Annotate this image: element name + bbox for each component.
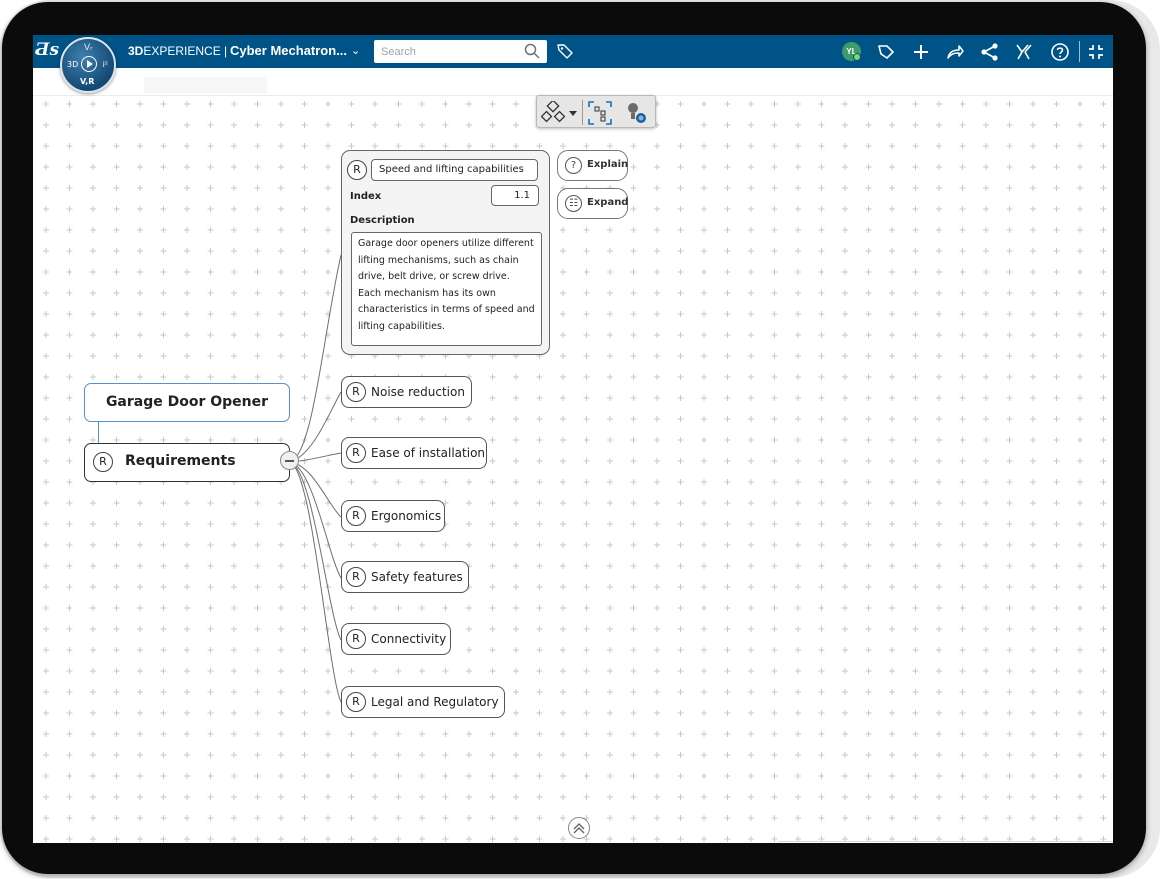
requirement-badge-icon: R [346, 382, 366, 402]
compass-top-label: Vᵣ [84, 43, 93, 53]
3d-compass-button[interactable]: Vᵣ 3D i² V,R [60, 37, 116, 93]
child-node-safety-features[interactable]: R Safety features [341, 561, 469, 593]
child-node-connectivity[interactable]: R Connectivity [341, 623, 451, 655]
child-node-legal-and-regulatory[interactable]: R Legal and Regulatory [341, 686, 505, 718]
description-field[interactable]: Garage door openers utilize different li… [351, 232, 542, 346]
ai-assistant-icon[interactable] [623, 100, 651, 126]
description-label: Description [350, 215, 415, 226]
fit-to-screen-icon[interactable] [587, 100, 613, 126]
root-node[interactable]: Garage Door Opener [84, 383, 290, 422]
index-label: Index [350, 191, 382, 202]
requirement-badge-icon: R [346, 506, 366, 526]
requirement-badge-icon: R [346, 629, 366, 649]
child-label: Ease of installation [371, 446, 486, 460]
child-label: Ergonomics [371, 509, 442, 523]
requirements-label: Requirements [125, 453, 236, 469]
child-label: Legal and Regulatory [371, 695, 499, 709]
mindmap-toolbar [536, 95, 656, 128]
play-icon[interactable] [81, 56, 97, 72]
app-screen: Ƌs 3DEXPERIENCE | Cyber Mechatron... ⌄ Y… [33, 35, 1113, 843]
index-field[interactable]: 1.1 [491, 185, 539, 206]
expand-panel-button[interactable] [568, 817, 590, 839]
compass-bottom-label: V,R [80, 77, 95, 86]
explain-label: Explain [587, 159, 629, 170]
root-connector [98, 422, 99, 444]
requirement-badge-icon: R [347, 160, 367, 180]
explain-button[interactable]: ? Explain [557, 150, 628, 181]
requirements-node[interactable]: R Requirements [84, 443, 290, 482]
expand-button[interactable]: ☷ Expand [557, 188, 628, 219]
requirement-badge-icon: R [346, 567, 366, 587]
bottom-divider [778, 841, 1113, 842]
child-node-ergonomics[interactable]: R Ergonomics [341, 500, 445, 532]
requirement-card-expanded[interactable]: R Speed and lifting capabilities Index 1… [341, 150, 550, 355]
child-label: Safety features [371, 570, 463, 584]
expand-label: Expand [587, 197, 629, 208]
layout-menu-icon[interactable] [541, 101, 581, 125]
compass-right-label: i² [102, 60, 108, 69]
collapse-toggle-button[interactable] [280, 451, 299, 470]
child-node-ease-of-installation[interactable]: R Ease of installation [341, 437, 487, 469]
requirement-badge-icon: R [346, 443, 366, 463]
requirement-badge-icon: R [93, 452, 113, 472]
toolbar-separator [582, 100, 583, 125]
requirement-title-field[interactable]: Speed and lifting capabilities [371, 159, 538, 181]
chevron-up-icon [573, 823, 585, 834]
child-label: Connectivity [371, 632, 447, 646]
question-icon: ? [565, 157, 582, 174]
compass-left-label: 3D [67, 60, 79, 69]
requirement-badge-icon: R [346, 692, 366, 712]
child-label: Noise reduction [371, 385, 465, 399]
expand-tree-icon: ☷ [565, 195, 582, 212]
child-node-noise-reduction[interactable]: R Noise reduction [341, 376, 472, 408]
